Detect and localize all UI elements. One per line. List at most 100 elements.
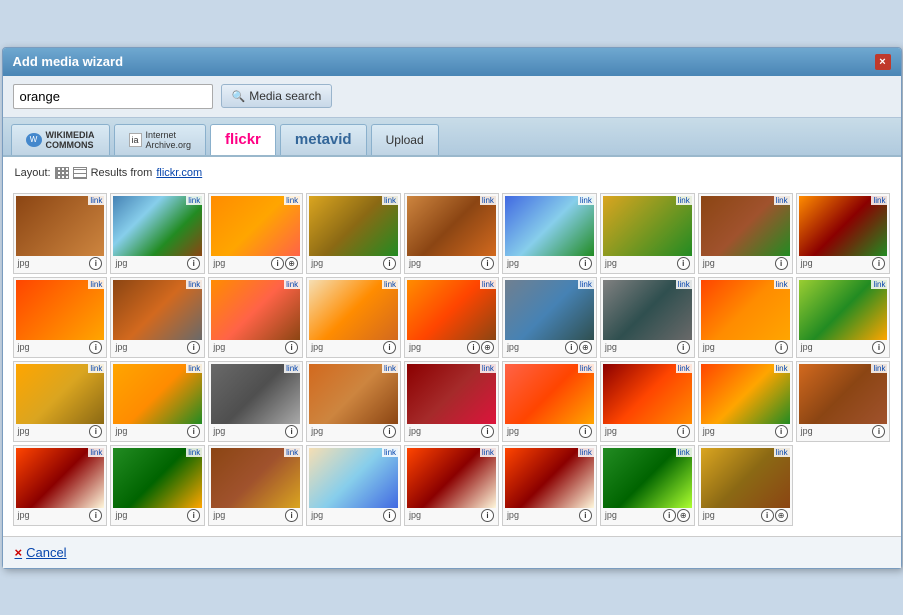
link-badge-11[interactable]: link bbox=[186, 280, 202, 289]
info-icon-17[interactable]: i bbox=[775, 341, 788, 354]
link-badge-2[interactable]: link bbox=[186, 196, 202, 205]
image-cell-24[interactable]: linkjpgi bbox=[502, 361, 597, 442]
tab-flickr[interactable]: flickr bbox=[210, 124, 276, 155]
results-source-link[interactable]: flickr.com bbox=[156, 167, 202, 179]
image-cell-4[interactable]: linkjpgi bbox=[306, 193, 401, 274]
image-cell-22[interactable]: linkjpgi bbox=[306, 361, 401, 442]
link-badge-18[interactable]: link bbox=[871, 280, 887, 289]
image-cell-14[interactable]: linkjpgi⊕ bbox=[404, 277, 499, 358]
image-cell-32[interactable]: linkjpgi bbox=[404, 445, 499, 526]
image-cell-34[interactable]: linkjpgi⊕ bbox=[600, 445, 695, 526]
info-icon-24[interactable]: i bbox=[579, 425, 592, 438]
info-icon-27[interactable]: i bbox=[872, 425, 885, 438]
image-cell-6[interactable]: linkjpgi bbox=[502, 193, 597, 274]
info-icon-31[interactable]: i bbox=[383, 509, 396, 522]
image-cell-26[interactable]: linkjpgi bbox=[698, 361, 793, 442]
link-badge-25[interactable]: link bbox=[676, 364, 692, 373]
info-icon-20[interactable]: i bbox=[187, 425, 200, 438]
image-cell-19[interactable]: linkjpgi bbox=[13, 361, 108, 442]
link-badge-8[interactable]: link bbox=[774, 196, 790, 205]
image-cell-5[interactable]: linkjpgi bbox=[404, 193, 499, 274]
link-badge-28[interactable]: link bbox=[88, 448, 104, 457]
zoom-icon-34[interactable]: ⊕ bbox=[677, 509, 690, 522]
info-icon-29[interactable]: i bbox=[187, 509, 200, 522]
info-icon-28[interactable]: i bbox=[89, 509, 102, 522]
link-badge-22[interactable]: link bbox=[382, 364, 398, 373]
info-icon-34[interactable]: i bbox=[663, 509, 676, 522]
tab-wikimedia[interactable]: W WIKIMEDIACOMMONS bbox=[11, 124, 110, 155]
zoom-icon-3[interactable]: ⊕ bbox=[285, 257, 298, 270]
image-cell-12[interactable]: linkjpgi bbox=[208, 277, 303, 358]
image-cell-35[interactable]: linkjpgi⊕ bbox=[698, 445, 793, 526]
info-icon-18[interactable]: i bbox=[872, 341, 885, 354]
image-cell-28[interactable]: linkjpgi bbox=[13, 445, 108, 526]
link-badge-15[interactable]: link bbox=[578, 280, 594, 289]
image-cell-23[interactable]: linkjpgi bbox=[404, 361, 499, 442]
link-badge-20[interactable]: link bbox=[186, 364, 202, 373]
image-cell-25[interactable]: linkjpgi bbox=[600, 361, 695, 442]
link-badge-6[interactable]: link bbox=[578, 196, 594, 205]
tab-metavid[interactable]: metavid bbox=[280, 124, 367, 155]
info-icon-2[interactable]: i bbox=[187, 257, 200, 270]
info-icon-25[interactable]: i bbox=[677, 425, 690, 438]
image-cell-29[interactable]: linkjpgi bbox=[110, 445, 205, 526]
grid-layout-icon[interactable] bbox=[55, 167, 69, 179]
image-cell-1[interactable]: linkjpgi bbox=[13, 193, 108, 274]
info-icon-1[interactable]: i bbox=[89, 257, 102, 270]
image-cell-31[interactable]: linkjpgi bbox=[306, 445, 401, 526]
link-badge-31[interactable]: link bbox=[382, 448, 398, 457]
image-cell-20[interactable]: linkjpgi bbox=[110, 361, 205, 442]
info-icon-21[interactable]: i bbox=[285, 425, 298, 438]
info-icon-8[interactable]: i bbox=[775, 257, 788, 270]
info-icon-14[interactable]: i bbox=[467, 341, 480, 354]
link-badge-16[interactable]: link bbox=[676, 280, 692, 289]
info-icon-3[interactable]: i bbox=[271, 257, 284, 270]
link-badge-9[interactable]: link bbox=[871, 196, 887, 205]
info-icon-6[interactable]: i bbox=[579, 257, 592, 270]
image-cell-33[interactable]: linkjpgi bbox=[502, 445, 597, 526]
link-badge-24[interactable]: link bbox=[578, 364, 594, 373]
tab-internetarchive[interactable]: ia InternetArchive.org bbox=[114, 124, 207, 155]
zoom-icon-15[interactable]: ⊕ bbox=[579, 341, 592, 354]
link-badge-12[interactable]: link bbox=[284, 280, 300, 289]
link-badge-14[interactable]: link bbox=[480, 280, 496, 289]
info-icon-16[interactable]: i bbox=[677, 341, 690, 354]
info-icon-9[interactable]: i bbox=[872, 257, 885, 270]
link-badge-17[interactable]: link bbox=[774, 280, 790, 289]
image-cell-8[interactable]: linkjpgi bbox=[698, 193, 793, 274]
info-icon-30[interactable]: i bbox=[285, 509, 298, 522]
zoom-icon-35[interactable]: ⊕ bbox=[775, 509, 788, 522]
link-badge-26[interactable]: link bbox=[774, 364, 790, 373]
list-layout-icon[interactable] bbox=[73, 167, 87, 179]
cancel-link[interactable]: × Cancel bbox=[15, 545, 67, 560]
image-cell-17[interactable]: linkjpgi bbox=[698, 277, 793, 358]
image-cell-15[interactable]: linkjpgi⊕ bbox=[502, 277, 597, 358]
tab-upload[interactable]: Upload bbox=[371, 124, 439, 155]
image-cell-2[interactable]: linkjpgi bbox=[110, 193, 205, 274]
image-cell-11[interactable]: linkjpgi bbox=[110, 277, 205, 358]
image-cell-13[interactable]: linkjpgi bbox=[306, 277, 401, 358]
link-badge-21[interactable]: link bbox=[284, 364, 300, 373]
link-badge-29[interactable]: link bbox=[186, 448, 202, 457]
info-icon-5[interactable]: i bbox=[481, 257, 494, 270]
image-cell-16[interactable]: linkjpgi bbox=[600, 277, 695, 358]
link-badge-27[interactable]: link bbox=[871, 364, 887, 373]
link-badge-23[interactable]: link bbox=[480, 364, 496, 373]
info-icon-19[interactable]: i bbox=[89, 425, 102, 438]
info-icon-32[interactable]: i bbox=[481, 509, 494, 522]
image-cell-7[interactable]: linkjpgi bbox=[600, 193, 695, 274]
search-button[interactable]: 🔍 Media search bbox=[221, 84, 333, 108]
link-badge-10[interactable]: link bbox=[88, 280, 104, 289]
link-badge-32[interactable]: link bbox=[480, 448, 496, 457]
info-icon-4[interactable]: i bbox=[383, 257, 396, 270]
image-cell-3[interactable]: linkjpgi⊕ bbox=[208, 193, 303, 274]
info-icon-13[interactable]: i bbox=[383, 341, 396, 354]
info-icon-26[interactable]: i bbox=[775, 425, 788, 438]
image-cell-21[interactable]: linkjpgi bbox=[208, 361, 303, 442]
info-icon-23[interactable]: i bbox=[481, 425, 494, 438]
link-badge-35[interactable]: link bbox=[774, 448, 790, 457]
image-cell-9[interactable]: linkjpgi bbox=[796, 193, 891, 274]
link-badge-13[interactable]: link bbox=[382, 280, 398, 289]
link-badge-1[interactable]: link bbox=[88, 196, 104, 205]
search-input[interactable] bbox=[13, 84, 213, 109]
